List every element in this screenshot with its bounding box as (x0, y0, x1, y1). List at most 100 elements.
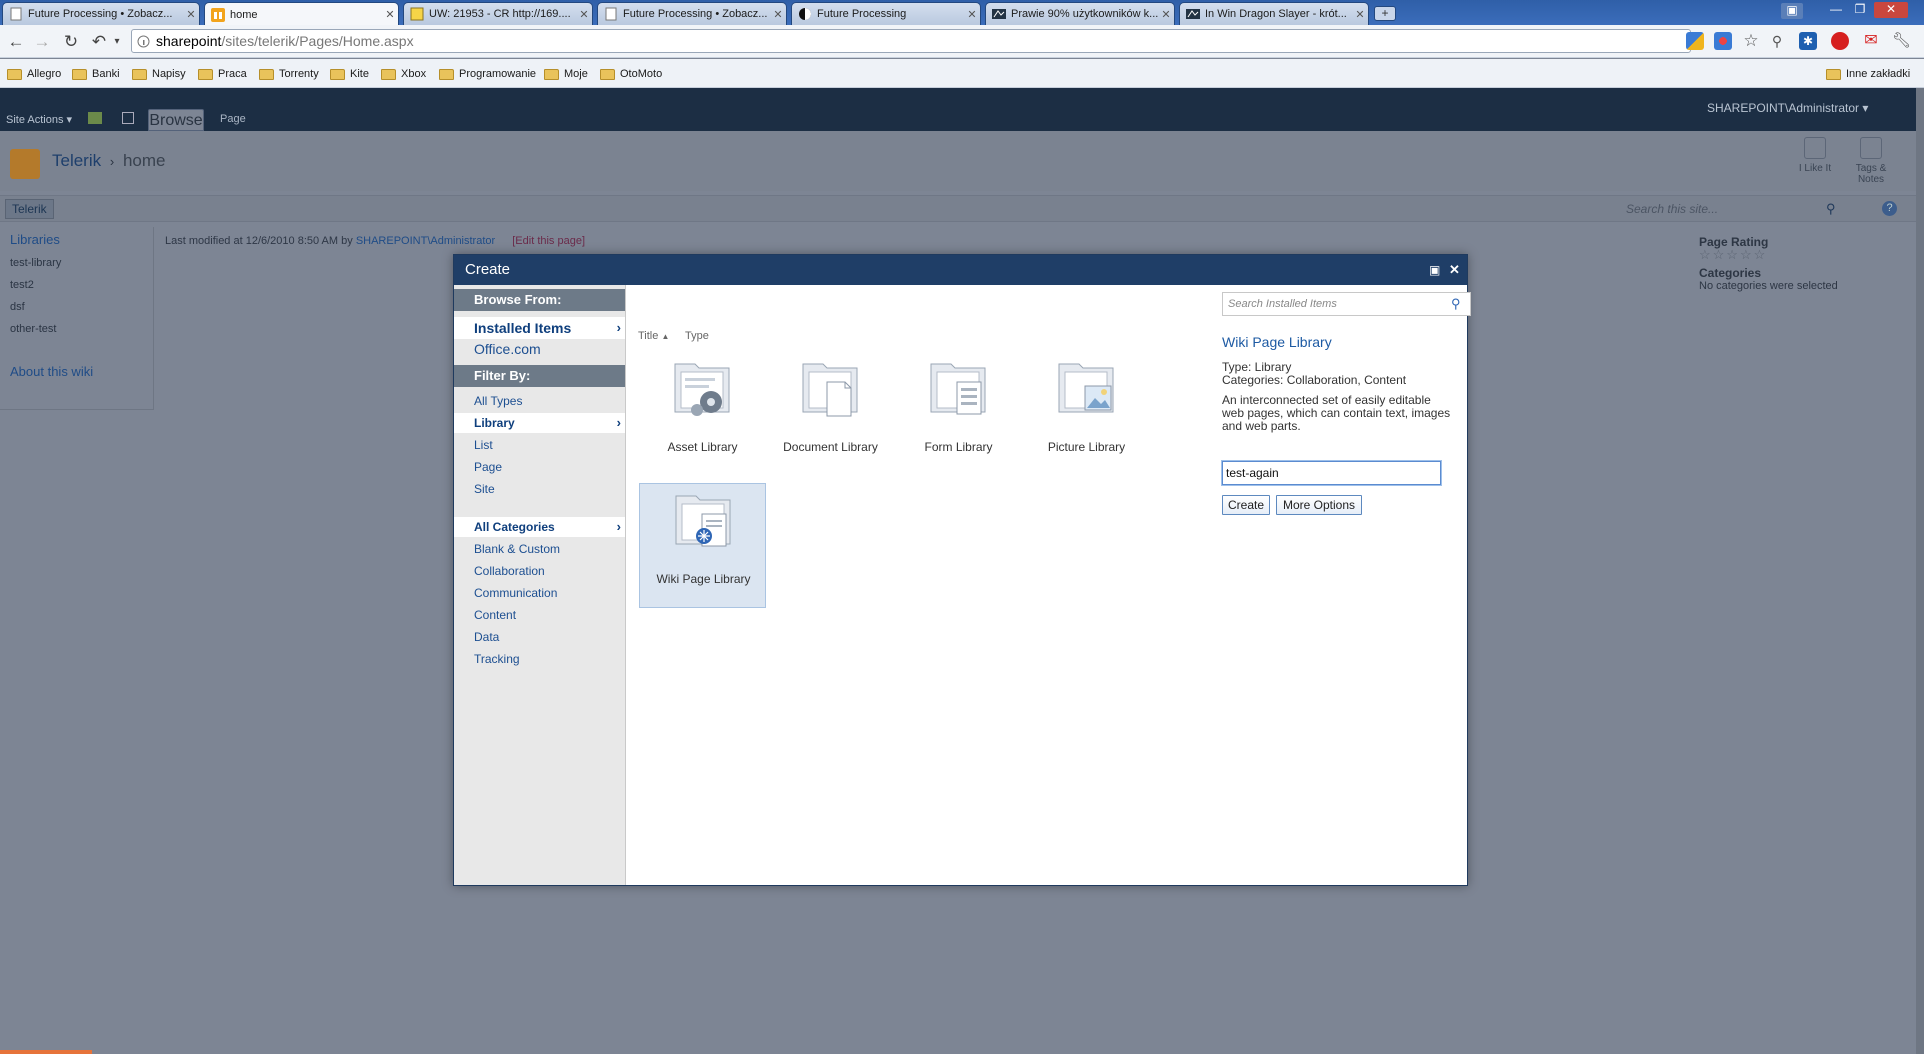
extension-icon[interactable] (1714, 32, 1732, 50)
close-icon[interactable]: ✕ (1449, 255, 1460, 285)
minimize-icon[interactable]: — (1825, 2, 1847, 18)
filter-label: Library (474, 416, 515, 430)
category-content[interactable]: Content (454, 605, 625, 625)
category-data[interactable]: Data (454, 627, 625, 647)
forward-icon[interactable]: → (33, 33, 51, 51)
search-icon[interactable]: ⚲ (1826, 201, 1836, 217)
nav-item-other-test[interactable]: other-test (10, 323, 56, 335)
close-tab-icon[interactable]: ✕ (1352, 8, 1368, 21)
nav-item-test2[interactable]: test2 (10, 279, 34, 291)
other-bookmarks[interactable]: Inne zakładki (1826, 65, 1910, 83)
bookmark-folder[interactable]: Praca (198, 65, 247, 83)
i-like-it-button[interactable]: I Like It (1795, 137, 1835, 174)
browser-tab-6[interactable]: Prawie 90% użytkowników k... ✕ (985, 2, 1175, 25)
close-tab-icon[interactable]: ✕ (183, 8, 199, 21)
mail-icon[interactable]: ✉ (1862, 32, 1880, 50)
bookmark-folder[interactable]: Napisy (132, 65, 186, 83)
site-title-link[interactable]: Telerik (52, 151, 101, 170)
template-document-library[interactable]: Document Library (767, 352, 894, 477)
filter-list[interactable]: List (454, 435, 625, 455)
filter-page[interactable]: Page (454, 457, 625, 477)
nav-item-dsf[interactable]: dsf (10, 301, 25, 313)
nav-item-test-library[interactable]: test-library (10, 257, 61, 269)
browser-tab-1[interactable]: Future Processing • Zobacz... ✕ (2, 2, 200, 25)
search-installed-items-input[interactable]: Search Installed Items ⚲ (1222, 292, 1471, 316)
browse-office-com[interactable]: Office.com (454, 339, 625, 359)
browser-tab-3[interactable]: UW: 21953 - CR http://169.... ✕ (403, 2, 593, 25)
library-name-input[interactable] (1221, 460, 1442, 486)
chevron-down-icon[interactable]: ▾ (108, 33, 126, 51)
ribbon-tab-browse[interactable]: Browse (148, 109, 204, 131)
browser-tab-4[interactable]: Future Processing • Zobacz... ✕ (597, 2, 787, 25)
bookmark-folder[interactable]: Kite (330, 65, 369, 83)
nav-header-libraries[interactable]: Libraries (10, 232, 60, 247)
opera-icon[interactable] (1831, 32, 1849, 50)
bookmark-folder[interactable]: Allegro (7, 65, 61, 83)
template-asset-library[interactable]: Asset Library (639, 352, 766, 477)
bookmark-folder[interactable]: Torrenty (259, 65, 319, 83)
search-icon[interactable]: ⚲ (1768, 32, 1786, 50)
category-collaboration[interactable]: Collaboration (454, 561, 625, 581)
sort-by-type[interactable]: Type (685, 330, 709, 342)
close-tab-icon[interactable]: ✕ (964, 8, 980, 21)
close-window-icon[interactable]: ✕ (1874, 2, 1908, 18)
restore-icon[interactable]: ❐ (1849, 2, 1871, 18)
bookmark-folder[interactable]: Programowanie (439, 65, 536, 83)
template-wiki-page-library[interactable]: Wiki Page Library (639, 483, 766, 608)
bookmark-folder[interactable]: Banki (72, 65, 120, 83)
star-icon[interactable]: ☆ (1742, 32, 1760, 50)
category-tracking[interactable]: Tracking (454, 649, 625, 669)
undo-icon[interactable]: ↶ (90, 33, 108, 51)
filter-all-types[interactable]: All Types (454, 391, 625, 411)
filter-site[interactable]: Site (454, 479, 625, 499)
edit-page-icon[interactable] (122, 112, 134, 124)
template-gallery: Title ▲ Type Asset Library Document Libr… (627, 285, 1207, 885)
create-button[interactable]: Create (1222, 495, 1270, 515)
maximize-icon[interactable]: ▣ (1429, 255, 1440, 285)
rating-stars[interactable]: ☆☆☆☆☆ (1699, 247, 1838, 263)
sort-by-title[interactable]: Title ▲ (638, 330, 669, 342)
category-label: All Categories (474, 520, 555, 534)
close-tab-icon[interactable]: ✕ (576, 8, 592, 21)
address-bar[interactable]: sharepoint/sites/telerik/Pages/Home.aspx (131, 29, 1691, 53)
bookmark-folder[interactable]: Xbox (381, 65, 426, 83)
tags-notes-button[interactable]: Tags & Notes (1851, 137, 1891, 185)
browser-tab-2[interactable]: home ✕ (204, 2, 399, 26)
modified-by-link[interactable]: SHAREPOINT\Administrator (356, 235, 495, 247)
ribbon-tab-page[interactable]: Page (220, 113, 246, 125)
site-search-input[interactable]: Search this site... (1621, 199, 1821, 219)
top-nav-tab-telerik[interactable]: Telerik (5, 199, 54, 219)
close-tab-icon[interactable]: ✕ (770, 8, 786, 21)
browse-installed-items[interactable]: Installed Items › (454, 317, 625, 339)
about-wiki-link[interactable]: About this wiki (10, 364, 93, 379)
wrench-icon[interactable]: 🔧︎ (1892, 32, 1911, 50)
window-menu-icon[interactable]: ▣ (1781, 3, 1803, 19)
browser-tab-5[interactable]: Future Processing ✕ (791, 2, 981, 25)
reload-icon[interactable]: ↻ (62, 33, 80, 51)
extension-icon[interactable] (1686, 32, 1704, 50)
bookmark-folder[interactable]: Moje (544, 65, 588, 83)
category-blank-custom[interactable]: Blank & Custom (454, 539, 625, 559)
back-icon[interactable]: ← (7, 33, 25, 51)
bookmark-label: Napisy (152, 68, 186, 80)
category-all[interactable]: All Categories › (454, 517, 625, 537)
site-actions-menu[interactable]: Site Actions ▾ (6, 113, 72, 126)
user-menu[interactable]: SHAREPOINT\Administrator ▾ (1707, 101, 1868, 115)
browser-tab-7[interactable]: In Win Dragon Slayer - krót... ✕ (1179, 2, 1369, 25)
edit-page-link[interactable]: [Edit this page] (512, 235, 585, 247)
bookmark-label: Kite (350, 68, 369, 80)
filter-library[interactable]: Library › (454, 413, 625, 433)
search-icon[interactable]: ⚲ (1451, 293, 1461, 315)
help-icon[interactable]: ? (1882, 201, 1897, 216)
page-scrollbar[interactable] (1916, 88, 1924, 1054)
bookmark-folder[interactable]: OtoMoto (600, 65, 662, 83)
close-tab-icon[interactable]: ✕ (382, 8, 398, 21)
close-tab-icon[interactable]: ✕ (1158, 8, 1174, 21)
extension-icon[interactable]: ✱ (1799, 32, 1817, 50)
category-communication[interactable]: Communication (454, 583, 625, 603)
more-options-button[interactable]: More Options (1276, 495, 1362, 515)
navigate-up-icon[interactable] (88, 112, 102, 124)
template-form-library[interactable]: Form Library (895, 352, 1022, 477)
template-picture-library[interactable]: Picture Library (1023, 352, 1150, 477)
new-tab-button[interactable]: + (1374, 6, 1396, 21)
